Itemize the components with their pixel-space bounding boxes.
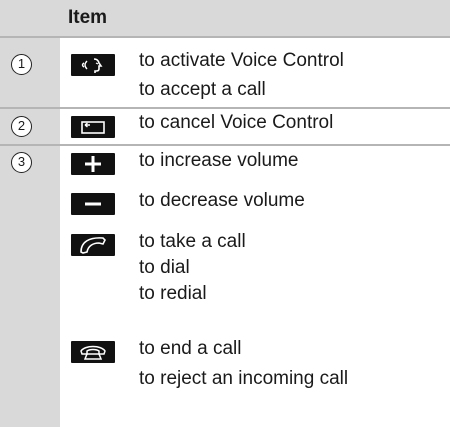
row-2-text-1: to cancel Voice Control xyxy=(139,112,334,133)
row-number-1: 1 xyxy=(11,54,32,75)
row-number-3: 3 xyxy=(11,152,32,173)
plus-icon xyxy=(71,153,115,175)
row-number-2: 2 xyxy=(11,116,32,137)
row-3-text-hangup-2: to reject an incoming call xyxy=(139,368,349,389)
voice-control-icon xyxy=(71,54,115,76)
number-column xyxy=(0,36,60,427)
row-3-text-minus: to decrease volume xyxy=(139,190,305,211)
phone-hangup-icon xyxy=(71,341,115,363)
phone-pickup-icon xyxy=(71,234,115,256)
row-3-text-pickup-3: to redial xyxy=(139,283,207,304)
row-3-text-hangup-1: to end a call xyxy=(139,338,242,359)
table-header: Item xyxy=(0,0,450,36)
row-3-text-plus: to increase volume xyxy=(139,150,299,171)
row-divider xyxy=(0,36,450,38)
minus-icon xyxy=(71,193,115,215)
row-3-text-pickup-2: to dial xyxy=(139,257,190,278)
back-icon xyxy=(71,116,115,138)
row-1-text-2: to accept a call xyxy=(139,79,266,100)
header-item-label: Item xyxy=(68,7,108,28)
row-3-text-pickup-1: to take a call xyxy=(139,231,246,252)
row-divider xyxy=(0,144,450,146)
row-1-text-1: to activate Voice Control xyxy=(139,50,344,71)
row-divider xyxy=(0,107,450,109)
